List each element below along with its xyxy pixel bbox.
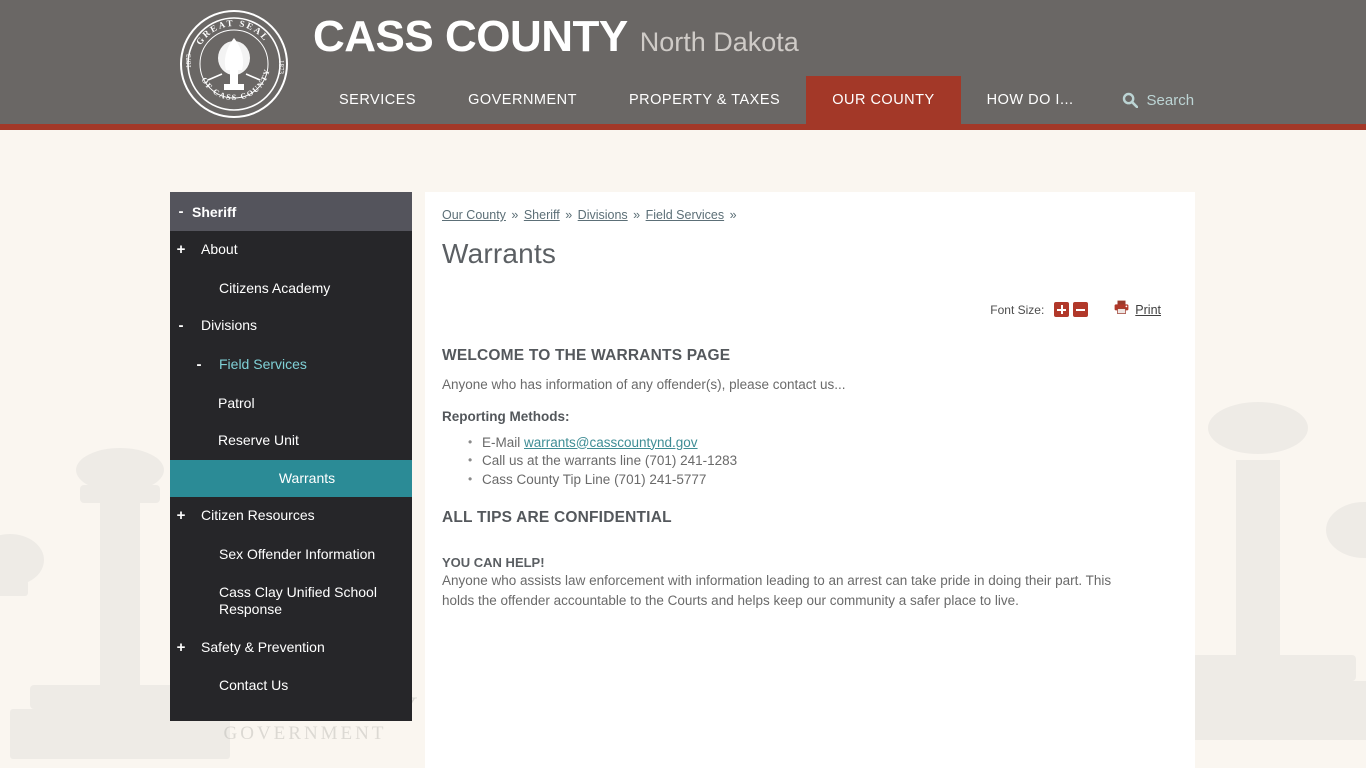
sidebar-label-divisions: Divisions [201, 317, 258, 334]
sidebar-item-patrol[interactable]: Patrol [170, 385, 412, 423]
sidebar-toggle-about[interactable]: + [170, 241, 192, 260]
sidebar-toggle-field-services[interactable]: - [188, 356, 210, 375]
search-icon [1122, 92, 1138, 108]
sidebar-label-safety-prevention: Safety & Prevention [201, 638, 325, 655]
breadcrumb-link-divisions[interactable]: Divisions [578, 208, 628, 222]
state-name: North Dakota [639, 27, 799, 57]
page-body: - Sheriff + About Citizens Academy - Div… [0, 130, 1366, 768]
nav-item-property-taxes[interactable]: PROPERTY & TAXES [603, 76, 806, 124]
help-paragraph: Anyone who assists law enforcement with … [442, 573, 1112, 609]
breadcrumb-link-our-county[interactable]: Our County [442, 208, 506, 222]
nav-item-our-county[interactable]: OUR COUNTY [806, 76, 961, 124]
sidebar-item-about[interactable]: + About [170, 231, 412, 270]
printer-icon [1114, 300, 1129, 319]
search-button[interactable]: Search [1100, 76, 1217, 124]
confidential-heading: ALL TIPS ARE CONFIDENTIAL [442, 509, 672, 527]
font-size-label: Font Size: [990, 302, 1045, 317]
sidebar-label-warrants: Warrants [278, 469, 336, 486]
main-navigation: SERVICES GOVERNMENT PROPERTY & TAXES OUR… [313, 76, 1216, 124]
svg-text:1873: 1873 [277, 60, 285, 75]
breadcrumb-link-field-services[interactable]: Field Services [646, 208, 725, 222]
decrease-font-size-button[interactable] [1073, 302, 1089, 317]
sidebar-label-reserve-unit: Reserve Unit [218, 432, 299, 449]
nav-item-how-do-i[interactable]: HOW DO I... [961, 76, 1100, 124]
sidebar-item-warrants[interactable]: Warrants [170, 459, 412, 498]
site-wordmark: CASS COUNTY North Dakota [313, 12, 799, 62]
sidebar-item-sex-offender-information[interactable]: Sex Offender Information [170, 536, 412, 574]
breadcrumb: Our County » Sheriff » Divisions » Field… [442, 208, 1165, 222]
breadcrumb-link-sheriff[interactable]: Sheriff [524, 208, 560, 222]
nav-item-services[interactable]: SERVICES [313, 76, 442, 124]
page-title: Warrants [442, 238, 557, 269]
svg-text:1873: 1873 [185, 54, 193, 69]
site-header: GREAT SEAL OF CASS COUNTY 1873 1873 CASS… [0, 0, 1366, 124]
email-prefix-text: E-Mail [482, 434, 525, 450]
page-tools: Font Size: Print [442, 300, 1165, 319]
sidebar-item-sheriff[interactable]: - Sheriff [170, 192, 412, 231]
sidebar-item-cass-clay-unified-school-response[interactable]: Cass Clay Unified School Response [170, 574, 412, 629]
search-label: Search [1146, 91, 1195, 109]
warrants-email-link[interactable]: warrants@casscountynd.gov [524, 435, 698, 450]
sidebar-label-sex-offender-information: Sex Offender Information [219, 546, 376, 562]
list-item: Call us at the warrants line (701) 241-1… [468, 452, 1165, 471]
sidebar-toggle-divisions[interactable]: - [170, 317, 192, 336]
sidebar-label-citizens-academy: Citizens Academy [219, 279, 331, 296]
increase-font-size-button[interactable] [1054, 302, 1070, 317]
sidebar-item-reserve-unit[interactable]: Reserve Unit [170, 422, 412, 460]
sidebar-label-contact-us: Contact Us [219, 677, 289, 694]
sidebar-label-about: About [201, 241, 238, 257]
reporting-methods-heading: Reporting Methods: [442, 408, 570, 424]
print-label: Print [1135, 302, 1161, 317]
welcome-heading: WELCOME TO THE WARRANTS PAGE [442, 347, 731, 364]
sidebar-item-citizens-academy[interactable]: Citizens Academy [170, 270, 412, 308]
header-accent-stripe [0, 124, 1366, 130]
welcome-paragraph: Anyone who has information of any offend… [442, 377, 846, 392]
breadcrumb-separator-1: » [511, 208, 519, 222]
sidebar-toggle-sheriff[interactable]: - [170, 203, 192, 220]
content-panel: Our County » Sheriff » Divisions » Field… [425, 192, 1195, 768]
print-button[interactable]: Print [1114, 300, 1161, 319]
sidebar-navigation: - Sheriff + About Citizens Academy - Div… [170, 192, 412, 721]
sidebar-item-citizen-resources[interactable]: + Citizen Resources [170, 497, 412, 536]
reporting-methods-list: E-Mail warrants@casscountynd.gov Call us… [442, 434, 1165, 490]
sidebar-label-field-services: Field Services [219, 356, 307, 372]
sidebar-label-cass-clay-unified-school-response: Cass Clay Unified School Response [219, 583, 377, 618]
nav-item-government[interactable]: GOVERNMENT [442, 76, 603, 124]
county-seal-logo[interactable]: GREAT SEAL OF CASS COUNTY 1873 1873 [178, 8, 290, 120]
sidebar-item-safety-prevention[interactable]: + Safety & Prevention [170, 629, 412, 668]
sidebar-item-divisions[interactable]: - Divisions [170, 307, 412, 346]
sidebar-toggle-citizen-resources[interactable]: + [170, 507, 192, 526]
sidebar-item-field-services[interactable]: - Field Services [170, 346, 412, 385]
sidebar-label-citizen-resources: Citizen Resources [201, 507, 315, 524]
breadcrumb-separator-2: » [565, 208, 573, 222]
breadcrumb-separator-4: » [729, 208, 737, 222]
list-item: Cass County Tip Line (701) 241-5777 [468, 471, 1165, 490]
county-name: CASS COUNTY [313, 12, 628, 61]
list-item: E-Mail warrants@casscountynd.gov [468, 434, 1165, 453]
sidebar-label-patrol: Patrol [218, 394, 255, 411]
breadcrumb-separator-3: » [633, 208, 641, 222]
sidebar-toggle-safety-prevention[interactable]: + [170, 639, 192, 658]
sidebar-item-contact-us[interactable]: Contact Us [170, 667, 412, 705]
you-can-help-heading: YOU CAN HELP! [442, 555, 545, 571]
sidebar-label-sheriff: Sheriff [192, 203, 237, 220]
